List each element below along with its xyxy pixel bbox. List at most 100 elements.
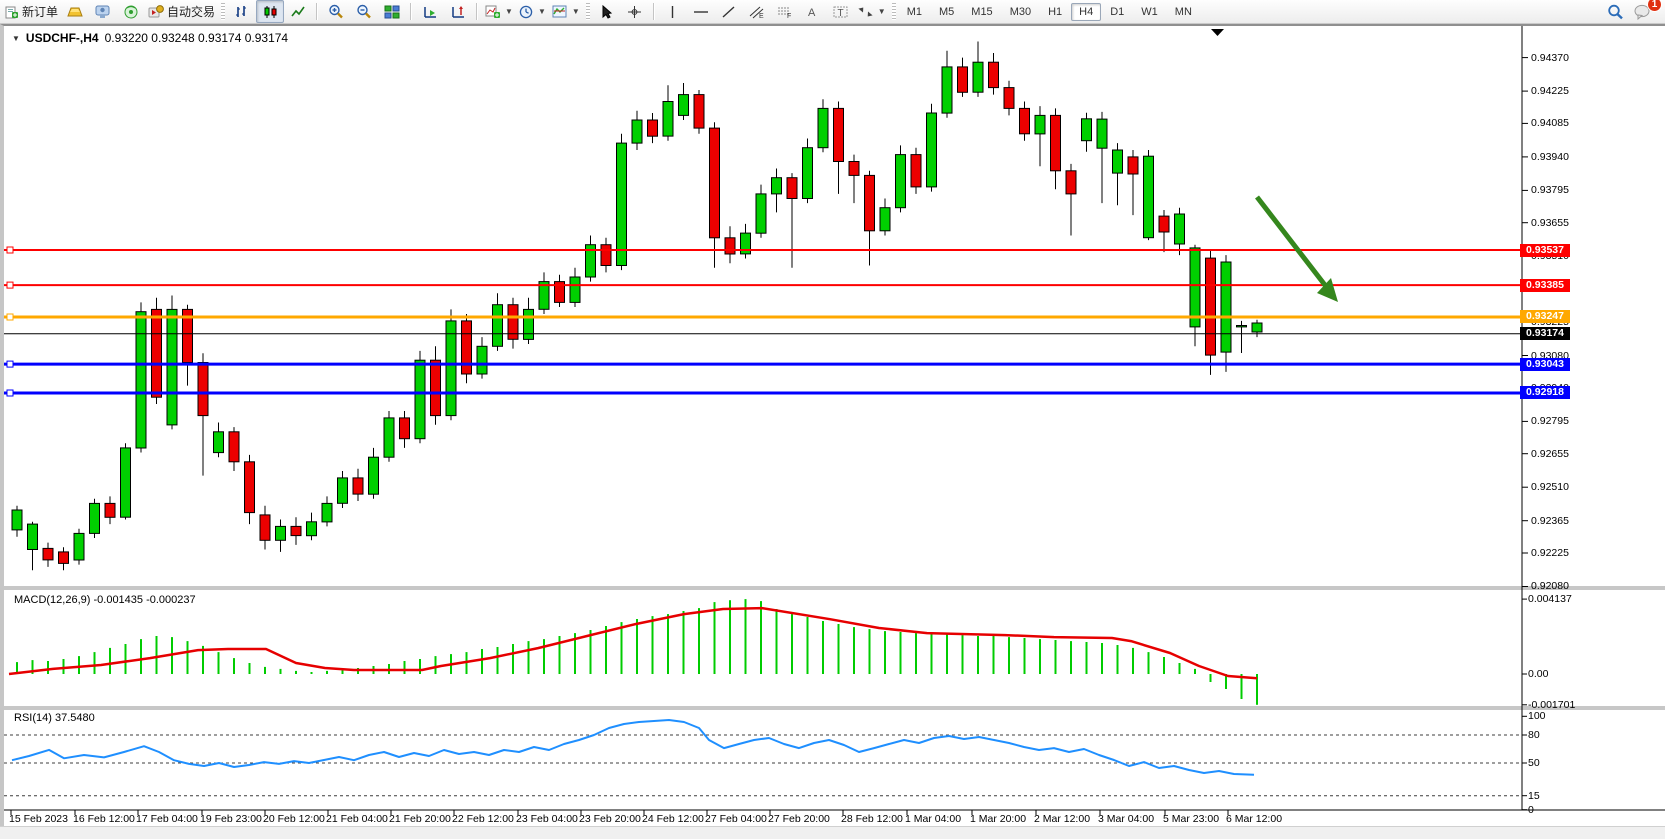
crosshair-button[interactable] — [621, 0, 649, 23]
signal-icon — [123, 5, 139, 19]
trendline-button[interactable] — [715, 0, 743, 23]
candle-body — [927, 113, 937, 187]
candle-body — [1175, 214, 1185, 244]
timeframe-button-H1[interactable]: H1 — [1040, 3, 1070, 21]
candle-body — [167, 309, 177, 425]
autotrade-label: 自动交易 — [167, 3, 215, 20]
cursor-button[interactable] — [593, 0, 621, 23]
line-anchor — [7, 282, 13, 288]
candle-body — [322, 503, 332, 522]
tile-windows-button[interactable] — [378, 0, 406, 23]
timeframe-toolbar: M1M5M15M30H1H4D1W1MN — [899, 3, 1200, 21]
line-anchor — [7, 390, 13, 396]
candle-body — [648, 120, 658, 136]
timeframe-button-MN[interactable]: MN — [1167, 3, 1200, 21]
new-order-button[interactable]: 新订单 — [2, 0, 61, 23]
candle-body — [989, 62, 999, 87]
signal-button[interactable] — [117, 0, 145, 23]
timeframe-button-H4[interactable]: H4 — [1071, 3, 1101, 21]
remote-terminal-icon — [95, 5, 111, 19]
candle-body — [1097, 119, 1107, 148]
gold-button[interactable] — [61, 0, 89, 23]
candle-body — [570, 277, 580, 302]
line-chart-button[interactable] — [284, 0, 312, 23]
candle-body — [772, 178, 782, 194]
search-button[interactable] — [1601, 0, 1629, 23]
status-bar — [0, 826, 1665, 839]
candle-body — [152, 309, 162, 397]
candle-body — [74, 533, 84, 560]
candle-body — [849, 162, 859, 176]
candle-body — [493, 305, 503, 347]
candle-body — [1252, 323, 1262, 332]
arrows-button[interactable]: ▼ — [855, 0, 889, 23]
candle-body — [384, 418, 394, 457]
search-icon — [1607, 4, 1624, 20]
candlestick-chart-button[interactable] — [256, 0, 284, 23]
candle-body — [415, 360, 425, 439]
rsi-name: RSI(14) — [14, 712, 52, 724]
timeframe-button-M15[interactable]: M15 — [963, 3, 1000, 21]
candle-body — [1221, 262, 1231, 352]
text-button[interactable]: A — [799, 0, 827, 23]
templates-button[interactable]: ▼ — [549, 0, 583, 23]
vertical-line-icon — [667, 5, 678, 19]
notifications-button[interactable]: 1 — [1629, 0, 1657, 23]
chart-window: 0.943700.942250.940850.939400.937950.936… — [0, 24, 1665, 826]
candle-body — [834, 108, 844, 161]
vertical-line-button[interactable] — [659, 0, 687, 23]
equidistant-channel-icon: E — [749, 5, 765, 19]
bar-chart-button[interactable] — [228, 0, 256, 23]
line-anchor — [7, 247, 13, 253]
zoom-out-icon — [356, 4, 372, 19]
candle-body — [958, 67, 968, 92]
candle-body — [105, 503, 115, 517]
chart-area[interactable]: 0.943700.942250.940850.939400.937950.936… — [4, 26, 1665, 826]
cursor-icon — [600, 5, 613, 19]
candle-body — [694, 95, 704, 129]
auto-scroll-icon — [423, 5, 438, 19]
candle-body — [787, 178, 797, 199]
horizontal-line-button[interactable] — [687, 0, 715, 23]
indicators-button[interactable]: ▼ — [482, 0, 516, 23]
fibonacci-button[interactable]: F — [771, 0, 799, 23]
zoom-in-button[interactable] — [322, 0, 350, 23]
timeframe-button-M30[interactable]: M30 — [1002, 3, 1039, 21]
timeframe-button-M5[interactable]: M5 — [931, 3, 962, 21]
candle-body — [369, 457, 379, 494]
remote-terminal-button[interactable] — [89, 0, 117, 23]
autotrade-button[interactable]: 自动交易 — [145, 0, 218, 23]
equidistant-channel-button[interactable]: E — [743, 0, 771, 23]
candlestick-chart-icon — [263, 5, 278, 19]
candle-body — [601, 245, 611, 266]
toolbar-separator — [653, 3, 655, 20]
macd-signal-value: -0.000237 — [146, 594, 196, 606]
text-label-button[interactable]: T — [827, 0, 855, 23]
chart-shift-button[interactable] — [444, 0, 472, 23]
collapse-triangle-icon[interactable]: ▼ — [12, 34, 20, 43]
dropdown-arrow-icon: ▼ — [538, 7, 546, 16]
new-order-icon — [5, 5, 19, 19]
auto-scroll-button[interactable] — [416, 0, 444, 23]
timeframe-button-W1[interactable]: W1 — [1133, 3, 1166, 21]
candle-body — [942, 67, 952, 113]
zoom-in-icon — [328, 4, 344, 19]
candle-body — [632, 120, 642, 143]
toolbar-grip — [221, 3, 225, 20]
timeframe-button-M1[interactable]: M1 — [899, 3, 930, 21]
fibonacci-icon: F — [777, 5, 793, 19]
periods-button[interactable]: ▼ — [516, 0, 549, 23]
candle-body — [1082, 119, 1092, 141]
zoom-out-button[interactable] — [350, 0, 378, 23]
text-icon: A — [806, 5, 819, 19]
crosshair-icon — [627, 5, 642, 19]
symbol-period-label: USDCHF-,H4 — [26, 31, 99, 45]
toolbar-separator — [410, 3, 412, 20]
timeframe-button-D1[interactable]: D1 — [1102, 3, 1132, 21]
candle-body — [1113, 150, 1123, 173]
candlestick-chart[interactable] — [4, 26, 1665, 826]
svg-text:F: F — [787, 13, 791, 19]
dropdown-arrow-icon: ▼ — [505, 7, 513, 16]
arrows-icon — [858, 5, 874, 19]
candle-body — [214, 432, 224, 453]
